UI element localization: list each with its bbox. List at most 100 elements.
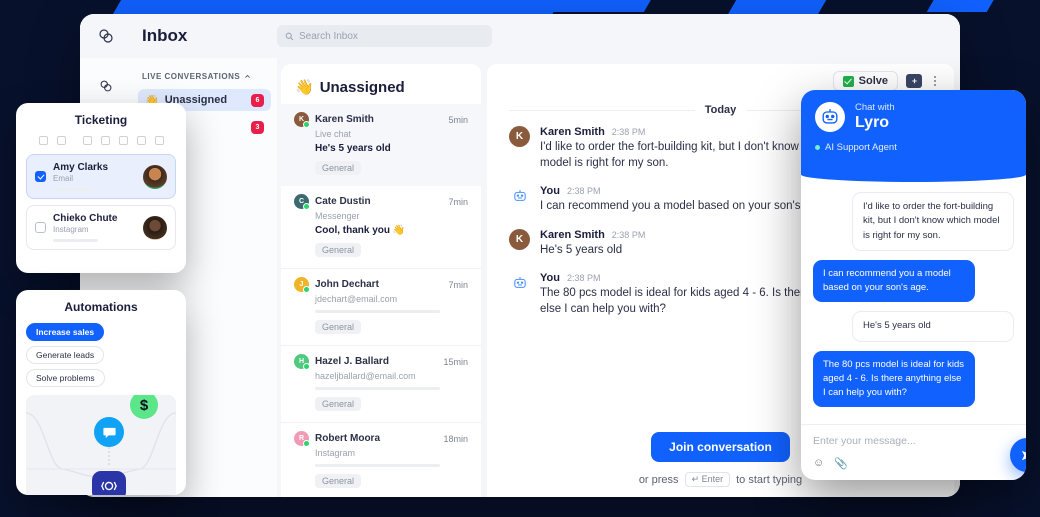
message-author: Karen Smith: [540, 126, 605, 138]
list-item[interactable]: K Karen Smith 5min Live chat He's 5 year…: [281, 104, 481, 186]
avatar: K: [509, 126, 530, 147]
list-item[interactable]: R Robert Moora 18min Instagram General: [281, 423, 481, 497]
robot-icon: [822, 109, 838, 124]
brand-logo: [80, 28, 132, 44]
avatar: K: [294, 112, 310, 128]
preview-skeleton: [53, 188, 92, 191]
rail-item-apps[interactable]: [91, 72, 121, 100]
nav-section-header[interactable]: LIVE CONVERSATIONS: [132, 72, 277, 89]
send-icon: [1021, 450, 1026, 460]
automation-core-icon: [101, 481, 117, 491]
assign-user-icon[interactable]: [118, 136, 128, 145]
conversation-list-column: 👋 Unassigned K Karen Smith 5min Live cha…: [277, 58, 487, 497]
agent-status: AI Support Agent: [815, 142, 1012, 153]
emoji-icon[interactable]: ☺: [813, 457, 824, 470]
list-item[interactable]: H Hazel J. Ballard 15min hazeljballard@e…: [281, 346, 481, 423]
tag-badge: General: [315, 320, 362, 334]
paperclip-icon[interactable]: 📎: [834, 457, 848, 470]
automation-flow-canvas[interactable]: $: [26, 395, 176, 495]
automations-card: Automations Increase sales Generate lead…: [16, 290, 186, 495]
avatar: K: [509, 228, 530, 250]
row-checkbox[interactable]: [35, 222, 46, 233]
screenshot-stage: Inbox Search Inbox LIVE CONVERSATIONS 👋 …: [0, 0, 1040, 517]
channel-label: Email: [53, 174, 74, 183]
avatar: [143, 215, 167, 240]
tag-icon[interactable]: [82, 136, 92, 145]
list-item[interactable]: C Cate Dustin 7min Messenger Cool, thank…: [281, 186, 481, 269]
search-container: Search Inbox: [277, 25, 492, 47]
conversation-list-title: Unassigned: [319, 78, 405, 96]
tag-badge: General: [315, 161, 362, 175]
robot-icon: [513, 189, 526, 201]
search-placeholder: Search Inbox: [299, 30, 358, 42]
list-item[interactable]: J John Dechart 7min jdechart@email.com G…: [281, 269, 481, 346]
contact-name: Chieko Chute: [53, 213, 118, 224]
online-dot-icon: [815, 145, 820, 150]
ticket-row[interactable]: Amy Clarks Email: [26, 154, 176, 199]
automation-core-node[interactable]: [92, 471, 126, 495]
message-preview: He's 5 years old: [315, 143, 391, 154]
search-input[interactable]: Search Inbox: [277, 25, 492, 47]
timestamp: 15min: [443, 356, 468, 367]
timestamp: 18min: [443, 433, 468, 444]
avatar: J: [294, 277, 310, 293]
channel-label: Instagram: [53, 225, 89, 234]
move-icon[interactable]: [136, 136, 146, 145]
row-checkbox[interactable]: [35, 171, 46, 182]
avatar: [143, 164, 167, 189]
preview-skeleton: [315, 310, 441, 313]
macro-icon[interactable]: [906, 74, 922, 88]
chip-generate-leads[interactable]: Generate leads: [26, 346, 105, 364]
timestamp: 2:38 PM: [611, 127, 646, 137]
message-author: You: [540, 272, 560, 285]
robot-avatar: [815, 102, 845, 132]
inbox-topbar: Inbox Search Inbox: [80, 14, 960, 58]
chat-bubble-bot: The 80 pcs model is ideal for kids aged …: [813, 350, 975, 408]
timestamp: 7min: [448, 196, 468, 207]
chat-with-label: Chat with: [855, 102, 895, 114]
status-badge: 6: [251, 93, 264, 107]
avatar: C: [294, 194, 310, 210]
message-author: Karen Smith: [540, 228, 605, 241]
header-curve: [801, 170, 1026, 182]
kebab-menu-icon[interactable]: [930, 74, 940, 88]
channel-label: Instagram: [315, 448, 356, 458]
bot-avatar: [509, 272, 530, 293]
archive-icon[interactable]: [38, 136, 48, 145]
trash-icon[interactable]: [154, 136, 164, 145]
check-square-icon: [842, 75, 854, 87]
nav-section-label: LIVE CONVERSATIONS: [142, 72, 241, 81]
channel-label: hazeljballard@email.com: [315, 371, 416, 381]
avatar: R: [294, 431, 310, 447]
decorative-stripe: [728, 0, 846, 14]
chip-increase-sales[interactable]: Increase sales: [26, 323, 105, 341]
chip-solve-problems[interactable]: Solve problems: [26, 369, 105, 387]
decorative-stripe: [543, 0, 669, 12]
page-title: Inbox: [142, 26, 188, 45]
preview-skeleton: [53, 239, 99, 242]
tag-badge: General: [315, 474, 362, 488]
solve-button[interactable]: Solve: [832, 71, 898, 91]
join-conversation-button[interactable]: Join conversation: [651, 432, 790, 462]
image-icon[interactable]: [100, 136, 110, 145]
ticket-row[interactable]: Chieko Chute Instagram: [26, 205, 176, 250]
preview-skeleton: [315, 464, 441, 467]
card-title: Ticketing: [74, 113, 128, 127]
contact-name: Robert Moora: [315, 433, 380, 444]
copy-icon[interactable]: [56, 136, 66, 145]
lyro-chat-widget: Chat with Lyro AI Support Agent I'd like…: [801, 90, 1026, 480]
message-input[interactable]: Enter your message...: [813, 435, 1014, 447]
message-body: He's 5 years old: [540, 243, 623, 256]
contact-name: Cate Dustin: [315, 196, 371, 207]
hint-suffix: to start typing: [736, 473, 803, 486]
tag-badge: General: [315, 243, 362, 257]
enter-key-badge: ↵ Enter: [684, 472, 731, 487]
decorative-stripe: [926, 0, 1014, 12]
status-badge: 3: [251, 120, 264, 134]
timestamp: 2:38 PM: [566, 273, 601, 284]
chevron-up-icon: [245, 74, 251, 78]
timestamp: 2:38 PM: [611, 229, 646, 240]
channel-label: jdechart@email.com: [315, 294, 398, 304]
chat-bubble-node[interactable]: [94, 417, 124, 447]
channel-label: Live chat: [315, 129, 352, 139]
